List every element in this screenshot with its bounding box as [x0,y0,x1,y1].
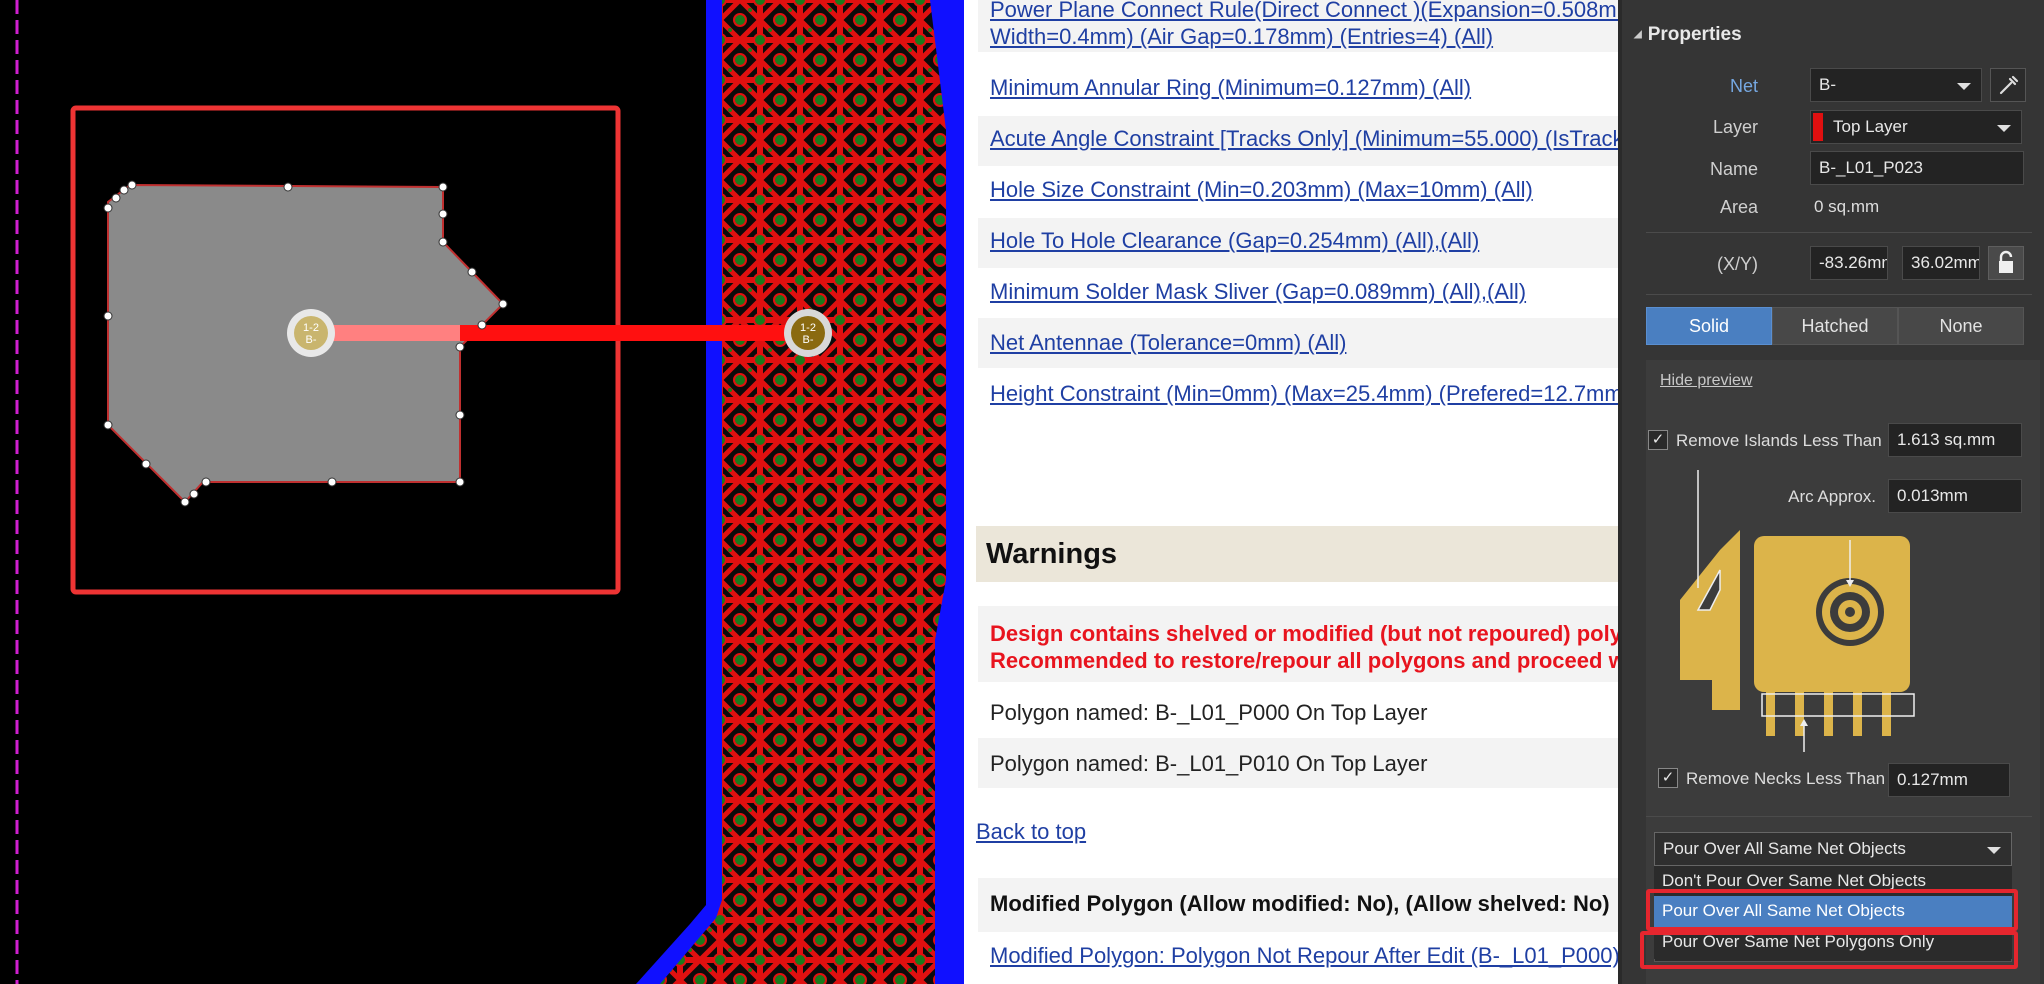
back-to-top-link[interactable]: Back to top [976,818,1086,846]
warning-text-line2: Recommended to restore/repour all polygo… [990,648,1618,673]
rule-link-solder-mask[interactable]: Minimum Solder Mask Sliver (Gap=0.089mm)… [990,278,1526,306]
eyedropper-icon [1999,75,2019,95]
rule-link-hole-clearance[interactable]: Hole To Hole Clearance (Gap=0.254mm) (Al… [990,227,1479,255]
separator [1646,232,2032,233]
separator [1646,816,2032,817]
net-picker-button[interactable] [1990,68,2026,102]
net-label: Net [1729,76,1758,96]
properties-panel: Properties Net B- Layer Top Layer Name B… [1618,0,2044,984]
layer-label: Layer [1712,117,1758,137]
layer-select[interactable]: Top Layer [1810,110,2022,144]
properties-title[interactable]: Properties [1634,24,1742,46]
rule-link-net-antennae[interactable]: Net Antennae (Tolerance=0mm) (All) [990,329,1346,357]
highlight-box [1640,931,2018,969]
remove-necks-field[interactable]: 0.127mm [1888,763,2010,797]
chevron-down-icon [1987,847,2001,854]
pcb-view[interactable]: 1-2 B- 1-2 B- [0,0,964,984]
area-value: 0 sq.mm [1814,197,1880,216]
rule-link-hole-size[interactable]: Hole Size Constraint (Min=0.203mm) (Max=… [990,176,1533,204]
pour-over-selected: Pour Over All Same Net Objects [1663,839,1906,858]
remove-islands-field[interactable]: 1.613 sq.mm [1888,423,2022,457]
modified-polygon-link[interactable]: Modified Polygon: Polygon Not Repour Aft… [990,942,1618,970]
remove-necks-label: Remove Necks Less Than [1686,769,1886,788]
name-field[interactable]: B-_L01_P023 [1810,151,2024,185]
rule-link-height[interactable]: Height Constraint (Min=0mm) (Max=25.4mm)… [990,380,1618,408]
rule-link-power-plane-cont[interactable]: Width=0.4mm) (Air Gap=0.178mm) (Entries=… [990,23,1493,51]
fill-mode-solid[interactable]: Solid [1646,307,1772,345]
lock-button[interactable] [1988,246,2024,280]
name-label: Name [1709,159,1758,179]
polygon-warning-item: Polygon named: B-_L01_P000 On Top Layer [990,700,1428,725]
pcb-canvas[interactable]: 1-2 B- 1-2 B- [0,0,964,984]
polygon-warning-item: Polygon named: B-_L01_P010 On Top Layer [990,751,1428,776]
panel-edge [1618,0,1622,984]
chevron-down-icon [1997,125,2011,132]
y-field[interactable]: 36.02mm [1902,246,1980,280]
rule-link-power-plane[interactable]: Power Plane Connect Rule(Direct Connect … [990,0,1618,24]
pad-right-label-2: B- [803,334,814,346]
warning-text-line1: Design contains shelved or modified (but… [990,621,1618,646]
remove-necks-checkbox[interactable]: ✓ [1658,768,1678,788]
power-plane [660,0,946,984]
fill-mode-hatched[interactable]: Hatched [1772,307,1898,345]
pour-over-select[interactable]: Pour Over All Same Net Objects [1654,832,2012,866]
remove-islands-checkbox[interactable]: ✓ [1648,430,1668,450]
net-value: B- [1819,75,1836,94]
polygon-preview-image [1680,470,1915,752]
highlight-box [1646,889,2018,931]
pad-left-label-1: 1-2 [303,322,319,334]
warnings-title: Warnings [986,538,1118,570]
x-field[interactable]: -83.26mm [1810,246,1888,280]
chevron-down-icon [1957,83,1971,90]
drc-report-panel: Power Plane Connect Rule(Direct Connect … [964,0,1618,984]
separator [1646,294,2032,295]
net-select[interactable]: B- [1810,68,1982,102]
layer-value: Top Layer [1833,117,1908,136]
pad-left-label-2: B- [306,334,317,346]
rule-link-acute-angle[interactable]: Acute Angle Constraint [Tracks Only] (Mi… [990,125,1618,153]
pad-right-label-1: 1-2 [800,322,816,334]
fill-mode-none[interactable]: None [1898,307,2024,345]
hide-preview-link[interactable]: Hide preview [1660,372,1752,390]
xy-label: (X/Y) [1716,254,1758,274]
remove-islands-label: Remove Islands Less Than [1676,431,1882,450]
rule-link-annular-ring[interactable]: Minimum Annular Ring (Minimum=0.127mm) (… [990,74,1471,102]
layer-color-swatch [1813,113,1823,141]
area-label: Area [1719,197,1758,217]
modified-polygon-header: Modified Polygon (Allow modified: No), (… [990,891,1610,916]
lock-icon [1999,250,2013,273]
